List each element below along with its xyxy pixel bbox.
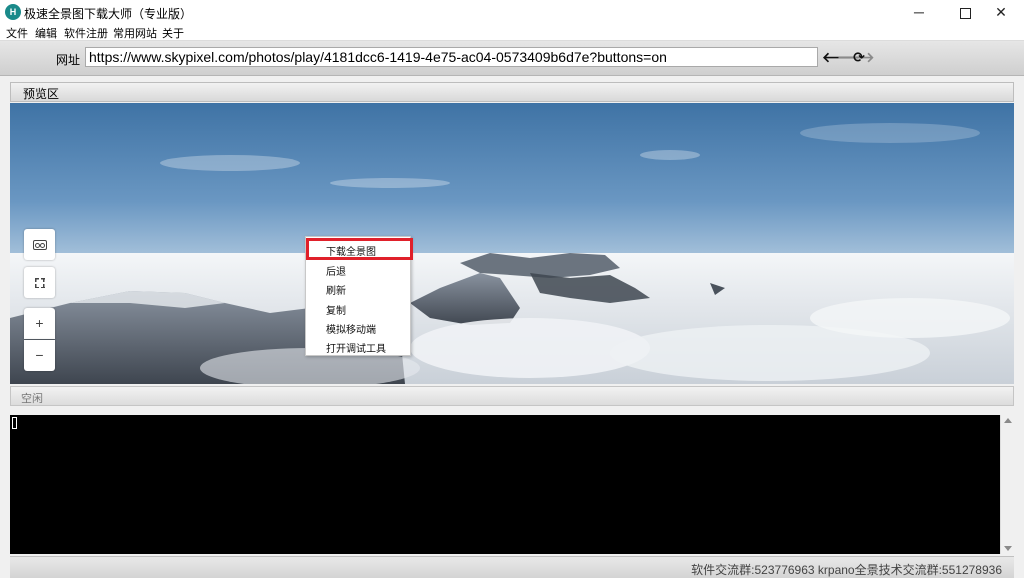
back-arrow-icon[interactable]: 🡐	[822, 49, 860, 65]
zoom-in-button[interactable]: +	[24, 308, 55, 339]
text-caret	[12, 417, 17, 429]
fullscreen-button[interactable]	[24, 267, 55, 298]
footer-contact-text: 软件交流群:523776963 krpano全景技术交流群:551278936	[691, 563, 1002, 577]
preview-panel-header: 预览区	[10, 82, 1014, 102]
ctx-back[interactable]: 后退	[326, 263, 346, 278]
ctx-simulate-mobile[interactable]: 模拟移动端	[326, 321, 376, 336]
ctx-open-devtools[interactable]: 打开调试工具	[326, 340, 386, 355]
scroll-up-icon[interactable]	[1004, 418, 1012, 423]
title-bar: H 极速全景图下载大师（专业版） ─ ✕	[0, 0, 1024, 24]
vr-mode-button[interactable]	[24, 229, 55, 260]
menu-about[interactable]: 关于	[162, 25, 184, 41]
window-title: 极速全景图下载大师（专业版）	[24, 7, 193, 21]
forward-arrow-icon[interactable]: 🡒	[837, 49, 875, 65]
menu-edit[interactable]: 编辑	[35, 25, 57, 41]
panorama-image	[10, 123, 1014, 384]
highlight-box	[306, 238, 413, 260]
panorama-viewer[interactable]: + −	[10, 103, 1014, 384]
minimize-button[interactable]: ─	[896, 0, 942, 24]
url-label: 网址	[56, 53, 81, 67]
status-bar: 空闲	[10, 386, 1014, 406]
log-console[interactable]	[10, 415, 1000, 554]
ctx-refresh[interactable]: 刷新	[326, 282, 346, 297]
scroll-down-icon[interactable]	[1004, 546, 1012, 551]
preview-title: 预览区	[23, 87, 60, 101]
url-toolbar: 网址 🡐 🡒 ⟳	[0, 41, 1024, 76]
zoom-out-button[interactable]: −	[24, 340, 55, 371]
url-input[interactable]	[85, 47, 818, 67]
fullscreen-icon	[34, 278, 45, 289]
close-button[interactable]: ✕	[978, 0, 1024, 24]
menu-register[interactable]: 软件注册	[64, 25, 108, 41]
console-scrollbar[interactable]	[1000, 415, 1014, 554]
status-text: 空闲	[21, 393, 43, 405]
menu-bar: 文件 编辑 软件注册 常用网站 关于	[0, 24, 1024, 41]
refresh-icon[interactable]: ⟳	[852, 49, 866, 65]
footer-bar: 软件交流群:523776963 krpano全景技术交流群:551278936	[10, 556, 1014, 578]
menu-file[interactable]: 文件	[6, 25, 28, 41]
maximize-icon	[959, 7, 971, 19]
vr-goggles-icon	[32, 240, 47, 251]
menu-websites[interactable]: 常用网站	[113, 25, 157, 41]
app-logo-icon: H	[5, 4, 21, 20]
ctx-copy[interactable]: 复制	[326, 302, 346, 317]
